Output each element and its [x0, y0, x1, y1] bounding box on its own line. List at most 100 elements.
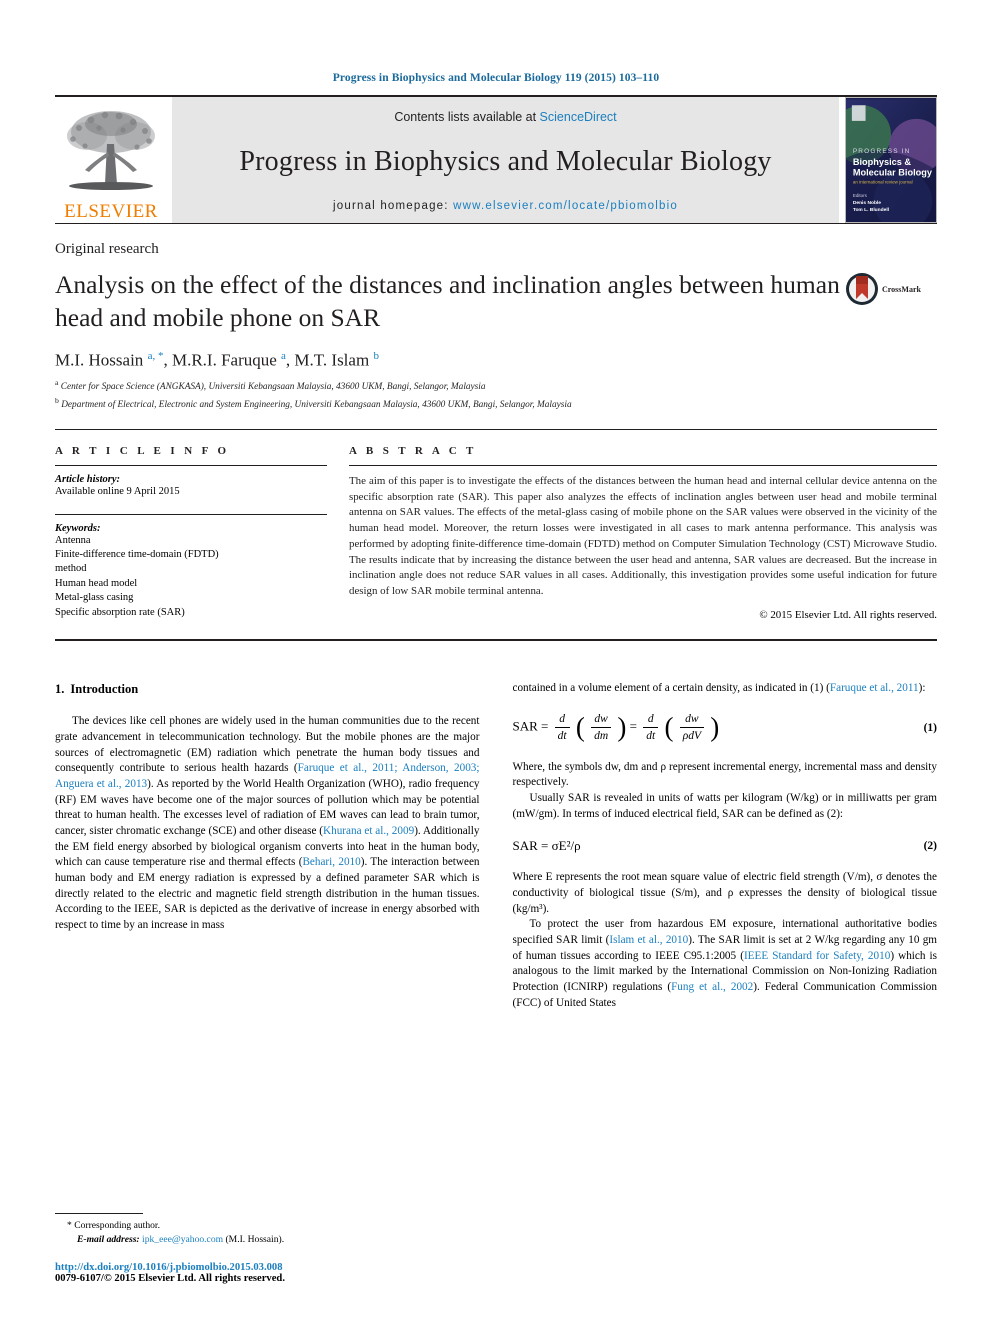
email-link[interactable]: ipk_eee@yahoo.com	[142, 1234, 223, 1245]
abstract-heading: A B S T R A C T	[349, 445, 477, 458]
eq1-den1: dt	[557, 730, 567, 743]
keywords-label: Keywords:	[55, 522, 101, 534]
eq1-num1: d	[554, 711, 570, 729]
eq1-equals: =	[629, 718, 637, 734]
affiliation-b: b Department of Electrical, Electronic a…	[55, 396, 572, 411]
contents-box: Contents lists available at ScienceDirec…	[172, 97, 839, 223]
info-rule-1	[55, 465, 327, 467]
svg-text:Denis Noble: Denis Noble	[853, 200, 881, 206]
eq1-close-paren-2: )	[710, 712, 720, 743]
eq1-den4: ρdV	[682, 730, 701, 743]
abstract-column: A B S T R A C T The aim of this paper is…	[349, 445, 937, 621]
masthead-bottom-rule	[55, 223, 937, 224]
footnote-rule	[55, 1213, 143, 1215]
elsevier-wordmark: ELSEVIER	[64, 201, 158, 222]
article-type-kicker: Original research	[55, 241, 159, 257]
right-paragraph-3: Usually SAR is revealed in units of watt…	[512, 791, 938, 820]
eq1-frac-d-dt: d dt	[554, 711, 570, 744]
svg-text:PROGRESS IN: PROGRESS IN	[853, 148, 911, 155]
article-history-label: Article history:	[55, 474, 121, 486]
citation-link[interactable]: Fung et al., 2002	[671, 981, 753, 993]
crossmark-badge[interactable]: CrossMark	[845, 272, 931, 306]
paper-page: Progress in Biophysics and Molecular Bio…	[0, 0, 992, 1323]
eq1-open-paren: (	[575, 712, 585, 743]
eq1-lhs: SAR =	[512, 718, 549, 734]
info-rule-2	[55, 513, 327, 515]
keyword-item: Specific absorption rate (SAR)	[55, 606, 185, 618]
citation-link[interactable]: IEEE Standard for Safety, 2010	[744, 950, 890, 962]
journal-homepage-line: journal homepage: www.elsevier.com/locat…	[333, 200, 678, 212]
article-info-column: A R T I C L E I N F O Article history: A…	[55, 445, 327, 621]
corresponding-author-note: * Corresponding author.	[67, 1220, 160, 1232]
author-affil-marker: a	[281, 350, 286, 363]
intro-paragraph: The devices like cell phones are widely …	[55, 714, 480, 933]
eq1-frac-dw-dm: dw dm	[591, 711, 612, 744]
cont-text-a: contained in a volume element of a certa…	[512, 681, 830, 694]
keywords-list: Antenna Finite-difference time-domain (F…	[55, 534, 327, 621]
journal-masthead: ELSEVIER Contents lists available at Sci…	[55, 95, 937, 223]
title-row: Analysis on the effect of the distances …	[55, 269, 937, 334]
homepage-prefix: journal homepage:	[333, 200, 454, 212]
svg-text:Molecular Biology: Molecular Biology	[853, 168, 933, 178]
contents-prefix: Contents lists available at	[394, 110, 540, 124]
keyword-item: Finite-difference time-domain (FDTD)	[55, 549, 219, 560]
running-head: Progress in Biophysics and Molecular Bio…	[332, 72, 660, 84]
svg-text:an international review journa: an international review journal	[853, 180, 913, 185]
equation-1-body: SAR = d dt ( dw dm ) = d dt (dw ρdV)	[513, 711, 904, 744]
equation-2-number: (2)	[923, 840, 937, 853]
email-label: E-mail address:	[77, 1234, 140, 1246]
citation-link[interactable]: Khurana et al., 2009	[323, 825, 414, 837]
author-list: M.I. Hossain a, *, M.R.I. Faruque a, M.T…	[55, 350, 379, 370]
journal-title: Progress in Biophysics and Molecular Bio…	[239, 146, 772, 177]
keyword-item: Human head model	[55, 577, 138, 589]
page-footer: * Corresponding author. E-mail address: …	[55, 1213, 495, 1284]
info-abstract-grid: A R T I C L E I N F O Article history: A…	[55, 445, 937, 621]
right-paragraph-2: Where, the symbols dw, dm and ρ represen…	[512, 760, 938, 789]
crossmark-label: CrossMark	[882, 284, 921, 294]
section-label: Introduction	[70, 681, 139, 696]
page-title: Analysis on the effect of the distances …	[55, 270, 840, 332]
elsevier-tree-icon	[61, 106, 161, 202]
abstract-bottom-rule	[55, 638, 937, 641]
affiliation-a: a Center for Space Science (ANGKASA), Un…	[55, 377, 486, 392]
citation-link[interactable]: Faruque et al., 2011	[830, 682, 919, 694]
sciencedirect-link[interactable]: ScienceDirect	[540, 110, 617, 124]
equation-2-row: SAR = σE²/ρ (2)	[513, 837, 938, 855]
contents-available-line: Contents lists available at ScienceDirec…	[394, 110, 616, 124]
right-paragraph-4: Where E represents the root mean square …	[512, 871, 938, 915]
crossmark-icon	[846, 273, 878, 305]
citation-link[interactable]: Behari, 2010	[302, 856, 360, 868]
abstract-copyright: © 2015 Elsevier Ltd. All rights reserved…	[759, 608, 937, 621]
equation-1-row: SAR = d dt ( dw dm ) = d dt (dw ρdV) (…	[513, 711, 938, 744]
eq1-open-paren-2: (	[664, 712, 674, 743]
body-column-left: 1. Introduction The devices like cell pho…	[55, 681, 480, 1012]
right-paragraph-5: To protect the user from hazardous EM ex…	[513, 917, 938, 1011]
journal-homepage-link[interactable]: www.elsevier.com/locate/pbiomolbio	[453, 200, 678, 212]
author-affil-marker: b	[373, 350, 379, 363]
section-number: 1.	[55, 681, 65, 696]
svg-text:Editors: Editors	[853, 193, 868, 198]
author-affil-marker: a, *	[147, 350, 164, 363]
citation-link[interactable]: Islam et al., 2010	[609, 934, 688, 946]
section-heading-introduction: 1. Introduction	[55, 681, 480, 699]
keyword-item: Metal-glass casing	[55, 592, 134, 604]
eq1-frac-dw-pdv: dw ρdV	[679, 711, 704, 744]
abstract-text: The aim of this paper is to investigate …	[349, 475, 937, 597]
eq1-num2: dw	[591, 711, 612, 729]
article-info-heading: A R T I C L E I N F O	[55, 445, 230, 458]
eq1-den2: dm	[594, 730, 609, 743]
keyword-item: method	[55, 563, 87, 575]
elsevier-logo: ELSEVIER	[55, 97, 167, 223]
equation-1-number: (1)	[923, 721, 937, 734]
email-owner: (M.I. Hossain).	[225, 1234, 285, 1246]
equation-2-body: SAR = σE²/ρ	[512, 838, 581, 854]
doi-link[interactable]: http://dx.doi.org/10.1016/j.pbiomolbio.2…	[55, 1262, 495, 1273]
article-history-value: Available online 9 April 2015	[55, 486, 180, 498]
info-top-rule	[55, 429, 937, 431]
svg-text:Tom L. Blundell: Tom L. Blundell	[853, 207, 890, 213]
right-continuation-paragraph: contained in a volume element of a certa…	[513, 681, 938, 697]
eq1-num3: d	[643, 711, 659, 729]
eq1-frac-d-dt-2: d dt	[643, 711, 659, 744]
issn-copyright-line: 0079-6107/© 2015 Elsevier Ltd. All right…	[55, 1273, 285, 1284]
journal-cover-thumbnail: PROGRESS IN Biophysics & Molecular Biolo…	[845, 97, 937, 223]
